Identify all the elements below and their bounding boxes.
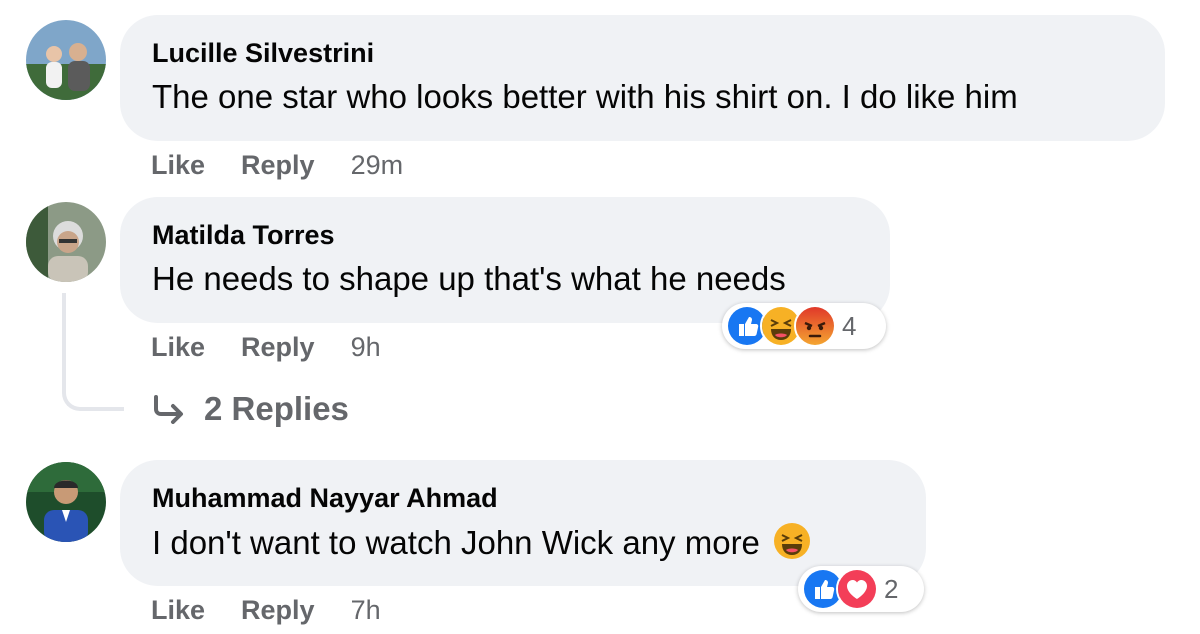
angry-icon: [794, 305, 836, 347]
like-button[interactable]: Like: [151, 595, 205, 626]
reply-button[interactable]: Reply: [241, 150, 315, 181]
avatar[interactable]: [26, 462, 106, 542]
reaction-count: 2: [884, 573, 899, 604]
reply-button[interactable]: Reply: [241, 595, 315, 626]
comment-actions: Like Reply 7h: [151, 595, 381, 626]
love-icon: [836, 568, 878, 610]
reaction-count: 4: [842, 310, 857, 341]
replies-count-label[interactable]: 2 Replies: [204, 390, 349, 428]
comment-author[interactable]: Matilda Torres: [152, 219, 858, 251]
view-replies-link[interactable]: 2 Replies: [152, 390, 349, 428]
reply-thread-line: [62, 293, 124, 411]
reactions-summary[interactable]: 2: [798, 566, 924, 612]
comment-bubble: Lucille Silvestrini The one star who loo…: [120, 15, 1165, 141]
comment-text: I don't want to watch John Wick any more: [152, 522, 894, 563]
reactions-summary[interactable]: 4: [722, 303, 886, 349]
comment-actions: Like Reply 9h: [151, 332, 381, 363]
timestamp[interactable]: 29m: [351, 150, 404, 181]
comment-bubble: Muhammad Nayyar Ahmad I don't want to wa…: [120, 460, 926, 586]
laughing-face-emoji-icon: [774, 523, 811, 559]
reply-button[interactable]: Reply: [241, 332, 315, 363]
timestamp[interactable]: 7h: [351, 595, 381, 626]
timestamp[interactable]: 9h: [351, 332, 381, 363]
comment-author[interactable]: Lucille Silvestrini: [152, 37, 1133, 69]
avatar[interactable]: [26, 20, 106, 100]
like-button[interactable]: Like: [151, 150, 205, 181]
comment-text: The one star who looks better with his s…: [152, 78, 1018, 115]
comment-actions: Like Reply 29m: [151, 150, 403, 181]
like-button[interactable]: Like: [151, 332, 205, 363]
reply-arrow-icon: [154, 395, 183, 424]
comment-text: He needs to shape up that's what he need…: [152, 260, 786, 297]
comment-author[interactable]: Muhammad Nayyar Ahmad: [152, 482, 894, 514]
comment-text-body: I don't want to watch John Wick any more: [152, 524, 760, 561]
avatar[interactable]: [26, 202, 106, 282]
